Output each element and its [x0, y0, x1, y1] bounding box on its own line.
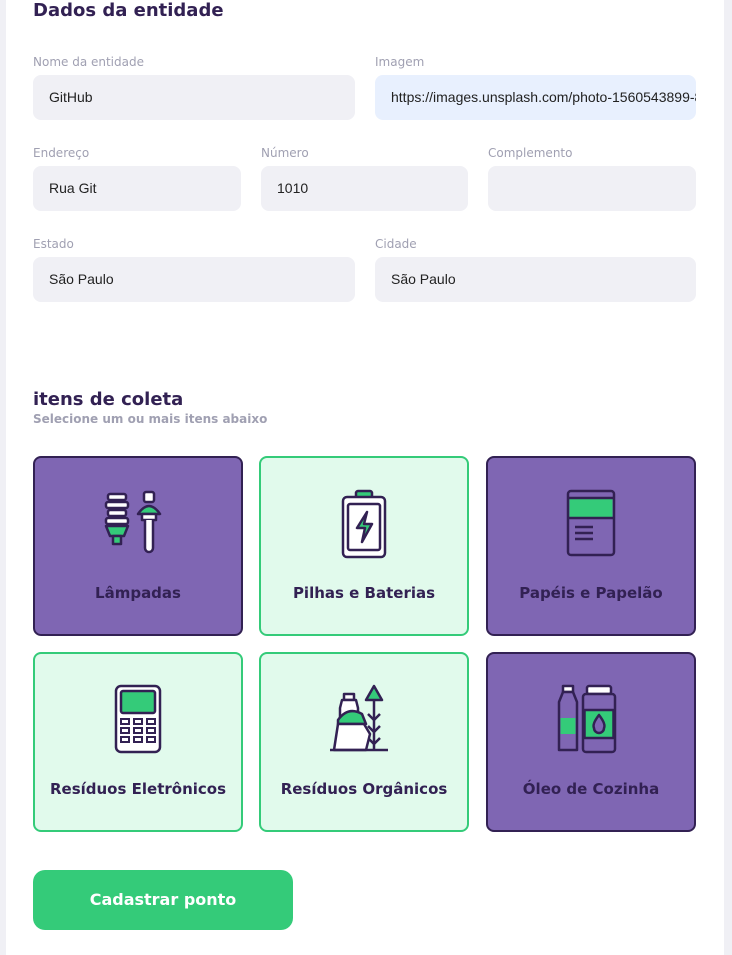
electronics-icon — [114, 684, 162, 754]
item-label: Óleo de Cozinha — [522, 780, 660, 798]
number-input[interactable]: 1010 — [261, 166, 468, 211]
number-label: Número — [261, 146, 309, 160]
item-label: Pilhas e Baterias — [292, 584, 436, 602]
name-label: Nome da entidade — [33, 55, 144, 69]
state-select[interactable]: São Paulo — [33, 257, 355, 302]
submit-button[interactable]: Cadastrar ponto — [33, 870, 293, 930]
organic-icon — [330, 684, 388, 752]
image-label: Imagem — [375, 55, 425, 69]
item-label: Lâmpadas — [95, 584, 181, 602]
address-label: Endereço — [33, 146, 90, 160]
complement-input[interactable] — [488, 166, 696, 211]
item-label: Resíduos Orgânicos — [280, 780, 448, 798]
section-subtitle-items: Selecione um ou mais itens abaixo — [33, 412, 268, 426]
city-label: Cidade — [375, 237, 417, 251]
section-title-items: itens de coleta — [33, 389, 184, 410]
item-label: Resíduos Eletrônicos — [49, 780, 227, 798]
item-electronics[interactable]: Resíduos Eletrônicos — [33, 652, 243, 832]
lamps-icon — [104, 490, 162, 554]
item-organic[interactable]: Resíduos Orgânicos — [259, 652, 469, 832]
oil-icon — [557, 684, 617, 754]
complement-label: Complemento — [488, 146, 573, 160]
name-input[interactable]: GitHub — [33, 75, 355, 120]
image-input[interactable]: https://images.unsplash.com/photo-156054… — [375, 75, 696, 120]
item-paper[interactable]: Papéis e Papelão — [486, 456, 696, 636]
item-oil[interactable]: Óleo de Cozinha — [486, 652, 696, 832]
state-label: Estado — [33, 237, 74, 251]
item-label: Papéis e Papelão — [519, 584, 663, 602]
item-lamps[interactable]: Lâmpadas — [33, 456, 243, 636]
address-input[interactable]: Rua Git — [33, 166, 241, 211]
paper-icon — [566, 489, 616, 557]
battery-icon — [341, 489, 387, 559]
city-select[interactable]: São Paulo — [375, 257, 696, 302]
section-title-entity: Dados da entidade — [33, 0, 224, 21]
item-batteries[interactable]: Pilhas e Baterias — [259, 456, 469, 636]
